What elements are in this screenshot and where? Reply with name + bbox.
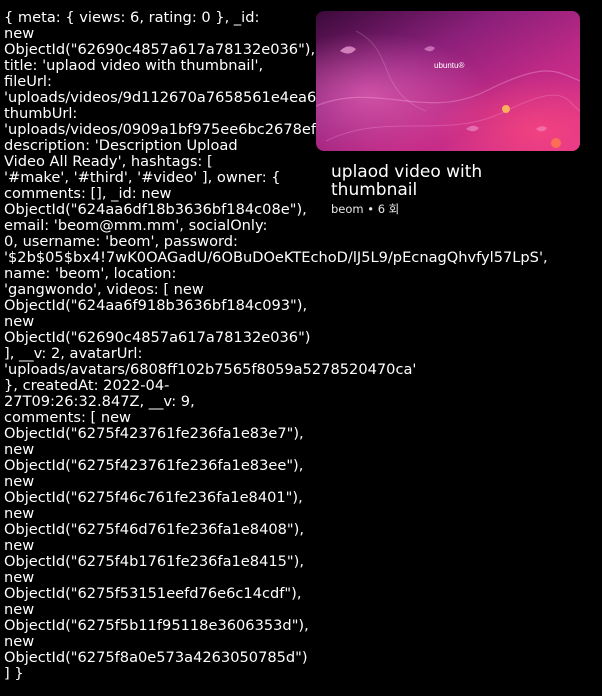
debug-dump-line: new — [4, 505, 35, 522]
debug-dump-line: ObjectId("624aa6df18b3636bf184c08e"), — [4, 201, 307, 218]
debug-dump-line: 'uploads/videos/9d112670a7658561e4ea6a — [4, 89, 326, 106]
debug-dump-line: fileUrl: — [4, 73, 52, 90]
debug-dump-line: 27T09:26:32.847Z, __v: 9, — [4, 393, 195, 410]
debug-dump-line: new — [4, 473, 35, 490]
debug-dump-line: 'uploads/videos/0909a1bf975ee6bc2678ef — [4, 121, 317, 138]
debug-dump-line: comments: [ new — [4, 409, 131, 426]
debug-dump-line: ] } — [4, 665, 24, 682]
debug-dump-line: 'uploads/avatars/6808ff102b7565f8059a527… — [4, 361, 417, 378]
debug-dump-line: name: 'beom', location: — [4, 265, 177, 282]
debug-dump-line: ObjectId("6275f8a0e573a4263050785d") — [4, 649, 308, 666]
debug-dump-line: '$2b$05$bx4!7wK0OAGadU/6OBuDOeKTEchoD/lJ… — [4, 249, 548, 266]
debug-dump-line: description: 'Description Upload — [4, 137, 238, 154]
debug-dump-line: comments: [], _id: new — [4, 185, 172, 202]
debug-dump-line: 0, username: 'beom', password: — [4, 233, 238, 250]
debug-dump-line: '#make', '#third', '#video' ], owner: { — [4, 169, 281, 186]
debug-dump-line: new — [4, 601, 35, 618]
debug-dump-line: ObjectId("6275f5b11f95118e3606353d"), — [4, 617, 309, 634]
debug-dump-line: title: 'uplaod video with thumbnail', — [4, 57, 264, 74]
debug-dump-line: 'gangwondo', videos: [ new — [4, 281, 204, 298]
debug-dump-line: Video All Ready', hashtags: [ — [4, 153, 213, 170]
debug-dump-line: new — [4, 537, 35, 554]
debug-dump-line: { meta: { views: 6, rating: 0 }, _id: — [4, 9, 260, 26]
video-thumbnail[interactable]: ubuntu® — [316, 11, 580, 151]
debug-dump-line: ObjectId("6275f46d761fe236fa1e8408"), — [4, 521, 304, 538]
debug-dump-line: new — [4, 441, 35, 458]
thumbnail-brand-text: ubuntu® — [434, 61, 464, 70]
debug-dump-line: thumbUrl: — [4, 105, 78, 122]
debug-dump-line: ObjectId("62690c4857a617a78132e036"), — [4, 41, 316, 58]
video-card[interactable]: ubuntu® uplaod video with thumbnail beom… — [316, 11, 580, 216]
debug-dump-line: ObjectId("6275f4b1761fe236fa1e8415"), — [4, 553, 304, 570]
debug-dump-line: new — [4, 569, 35, 586]
video-meta: beom • 6 회 — [331, 202, 400, 216]
debug-dump-line: email: 'beom@mm.mm', socialOnly: — [4, 217, 268, 234]
debug-dump-line: new — [4, 313, 35, 330]
video-title[interactable]: uplaod video with thumbnail — [331, 163, 571, 199]
debug-dump-line: new — [4, 633, 35, 650]
debug-dump-line: ObjectId("6275f53151eefd76e6c14cdf"), — [4, 585, 302, 602]
debug-dump-line: new — [4, 25, 35, 42]
debug-dump-line: ObjectId("6275f46c761fe236fa1e8401"), — [4, 489, 303, 506]
debug-dump-line: ObjectId("6275f423761fe236fa1e83e7"), — [4, 425, 304, 442]
debug-dump-line: }, createdAt: 2022-04- — [4, 377, 170, 394]
debug-object-dump: { meta: { views: 6, rating: 0 }, _id: new… — [4, 9, 548, 682]
debug-dump-line: ObjectId("62690c4857a617a78132e036") — [4, 329, 311, 346]
ubuntu-wallpaper-image: ubuntu® — [316, 11, 580, 151]
debug-dump-line: ObjectId("6275f423761fe236fa1e83ee"), — [4, 457, 304, 474]
debug-dump-line: ObjectId("624aa6f918b3636bf184c093"), — [4, 297, 308, 314]
debug-dump-line: ], __v: 2, avatarUrl: — [4, 345, 143, 362]
